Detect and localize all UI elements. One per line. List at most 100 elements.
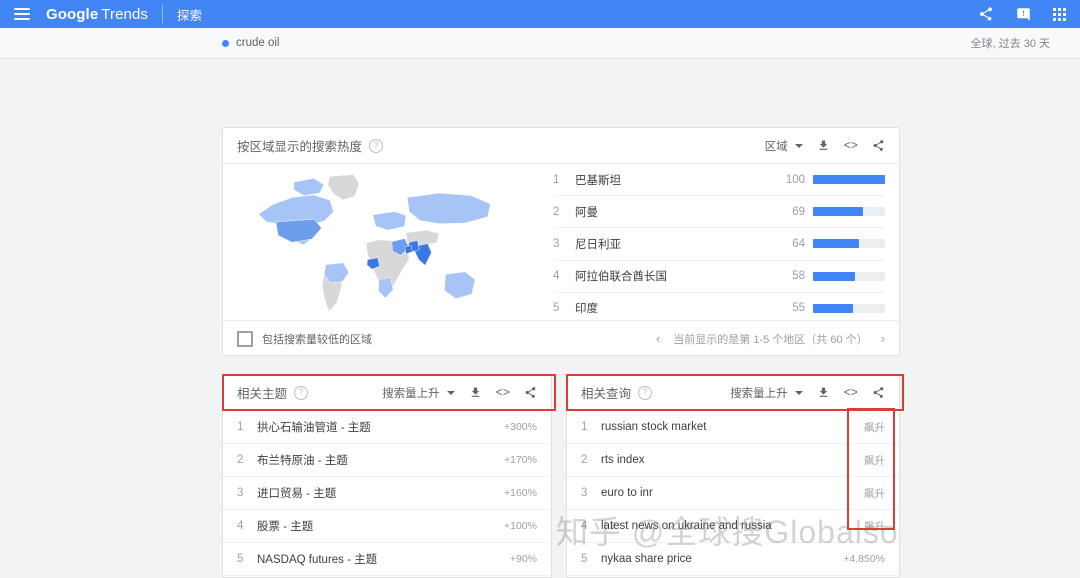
- list-item[interactable]: 2 布兰特原油 - 主题 +170%: [223, 444, 551, 477]
- embed-code-icon[interactable]: <>: [496, 386, 510, 400]
- table-row[interactable]: 4 阿拉伯联合酋长国 58: [553, 261, 885, 293]
- list-item[interactable]: 4 latest news on ukraine and russia 飙升: [567, 510, 899, 543]
- region-rank: 1: [553, 173, 560, 186]
- query-name: nykaa share price: [601, 553, 692, 565]
- topics-card-tools: 搜索量上升 <>: [382, 385, 537, 401]
- list-item[interactable]: 3 euro to inr 飙升: [567, 477, 899, 510]
- series-color-dot: [222, 39, 229, 47]
- share-icon[interactable]: [978, 6, 994, 22]
- topic-name: 股票 - 主题: [257, 521, 314, 533]
- query-rank: 3: [581, 487, 588, 499]
- list-item[interactable]: 1 russian stock market 飙升: [567, 411, 899, 444]
- region-bar: [813, 303, 885, 313]
- topics-card-header: 相关主题 ? 搜索量上升 <>: [223, 375, 551, 411]
- query-rank: 5: [581, 553, 588, 565]
- brand-trends-text: Trends: [101, 5, 148, 23]
- list-item[interactable]: 2 rts index 飙升: [567, 444, 899, 477]
- query-name: rts index: [601, 454, 645, 466]
- query-term-chip[interactable]: crude oil: [222, 37, 279, 49]
- topic-name: 进口贸易 - 主题: [257, 488, 337, 500]
- queries-card-tools: 搜索量上升 <>: [730, 385, 885, 401]
- list-item[interactable]: 1 拱心石输油管道 - 主题 +300%: [223, 411, 551, 444]
- share-icon[interactable]: [872, 139, 885, 152]
- apps-grid-icon[interactable]: [1053, 7, 1066, 21]
- queries-sort-select-label: 搜索量上升: [730, 387, 788, 400]
- share-glyph: [979, 7, 992, 21]
- topic-value: +160%: [504, 487, 537, 499]
- geo-card-body: 1 巴基斯坦 100 2 阿曼 69 3 尼日利亚 64 4 阿拉伯联合酋长国 …: [223, 164, 899, 320]
- region-rank-list: 1 巴基斯坦 100 2 阿曼 69 3 尼日利亚 64 4 阿拉伯联合酋长国 …: [553, 164, 899, 320]
- world-map[interactable]: [223, 164, 553, 320]
- download-icon[interactable]: [817, 139, 830, 152]
- embed-code-icon[interactable]: <>: [844, 139, 858, 153]
- geo-region-select-label: 区域: [764, 140, 788, 153]
- next-page-button[interactable]: ›: [881, 331, 885, 346]
- query-value: 飙升: [864, 454, 885, 467]
- include-low-volume-checkbox[interactable]: [237, 330, 253, 347]
- share-icon[interactable]: [872, 386, 885, 399]
- list-item[interactable]: 3 进口贸易 - 主题 +160%: [223, 477, 551, 510]
- topics-sort-select[interactable]: 搜索量上升: [382, 385, 455, 401]
- region-rank: 4: [553, 270, 560, 283]
- region-name: 印度: [575, 303, 598, 316]
- query-name: russian stock market: [601, 421, 707, 433]
- region-value: 64: [792, 237, 805, 250]
- topic-value: +300%: [504, 421, 537, 433]
- download-icon[interactable]: [469, 386, 482, 399]
- query-value: 飙升: [864, 421, 885, 434]
- table-row[interactable]: 3 尼日利亚 64: [553, 228, 885, 261]
- topic-name: NASDAQ futures - 主题: [257, 554, 378, 566]
- share-glyph: [873, 387, 884, 398]
- region-value: 55: [792, 302, 805, 315]
- help-icon[interactable]: ?: [294, 385, 309, 400]
- query-value: 飙升: [864, 520, 885, 533]
- topic-rank: 3: [237, 487, 244, 499]
- share-glyph: [525, 387, 536, 398]
- query-bar: crude oil 全球, 过去 30 天: [0, 28, 1080, 59]
- share-icon[interactable]: [524, 386, 537, 399]
- table-row[interactable]: 5 印度 55: [553, 293, 885, 324]
- chevron-down-icon: [446, 390, 455, 395]
- download-glyph: [819, 387, 827, 397]
- embed-code-icon[interactable]: <>: [844, 386, 858, 400]
- pagination-label: 当前显示的是第 1-5 个地区（共 60 个）: [673, 333, 868, 346]
- divider: [162, 5, 163, 23]
- chevron-down-icon: [794, 390, 803, 395]
- prev-page-button[interactable]: ‹: [656, 331, 660, 346]
- chevron-down-icon: [794, 143, 803, 148]
- region-rank: 3: [553, 237, 560, 250]
- region-bar: [813, 175, 885, 185]
- queries-sort-select[interactable]: 搜索量上升: [730, 385, 803, 401]
- table-row[interactable]: 2 阿曼 69: [553, 196, 885, 229]
- table-row[interactable]: 1 巴基斯坦 100: [553, 164, 885, 197]
- region-bar: [813, 239, 885, 249]
- include-low-volume-label: 包括搜索量较低的区域: [262, 333, 372, 346]
- list-item[interactable]: 5 nykaa share price +4,850%: [567, 543, 899, 576]
- query-term-label: crude oil: [236, 37, 280, 49]
- region-rank: 2: [553, 205, 560, 218]
- query-scope-label: 全球, 过去 30 天: [970, 38, 1050, 50]
- topic-value: +100%: [504, 520, 537, 532]
- queries-list: 1 russian stock market 飙升 2 rts index 飙升…: [567, 411, 899, 576]
- interest-by-region-card: 按区域显示的搜索热度 ? 区域 <> 1 巴基斯坦 100 2 阿曼 69 3 …: [222, 127, 900, 356]
- list-item[interactable]: 5 NASDAQ futures - 主题 +90%: [223, 543, 551, 576]
- geo-card-header: 按区域显示的搜索热度 ? 区域 <>: [223, 128, 899, 164]
- feedback-icon[interactable]: [1016, 7, 1031, 22]
- related-topics-card: 相关主题 ? 搜索量上升 <> 1 拱心石输油管道 - 主题 +300% 2 布…: [222, 374, 552, 578]
- nav-tab-explore[interactable]: 探索: [177, 5, 202, 24]
- geo-region-select[interactable]: 区域: [765, 138, 803, 154]
- region-name: 尼日利亚: [575, 238, 621, 251]
- query-value: 飙升: [864, 487, 885, 500]
- help-icon[interactable]: ?: [638, 385, 653, 400]
- topic-rank: 2: [237, 454, 244, 466]
- query-value: +4,850%: [843, 553, 885, 565]
- brand-logo[interactable]: Google Trends: [46, 6, 148, 23]
- hamburger-icon[interactable]: [14, 8, 30, 20]
- help-icon[interactable]: ?: [369, 138, 384, 153]
- download-glyph: [471, 387, 479, 397]
- app-bar: Google Trends 探索: [0, 0, 1080, 28]
- download-icon[interactable]: [817, 386, 830, 399]
- region-value: 69: [792, 205, 805, 218]
- region-name: 阿拉伯联合酋长国: [575, 271, 667, 284]
- list-item[interactable]: 4 股票 - 主题 +100%: [223, 510, 551, 543]
